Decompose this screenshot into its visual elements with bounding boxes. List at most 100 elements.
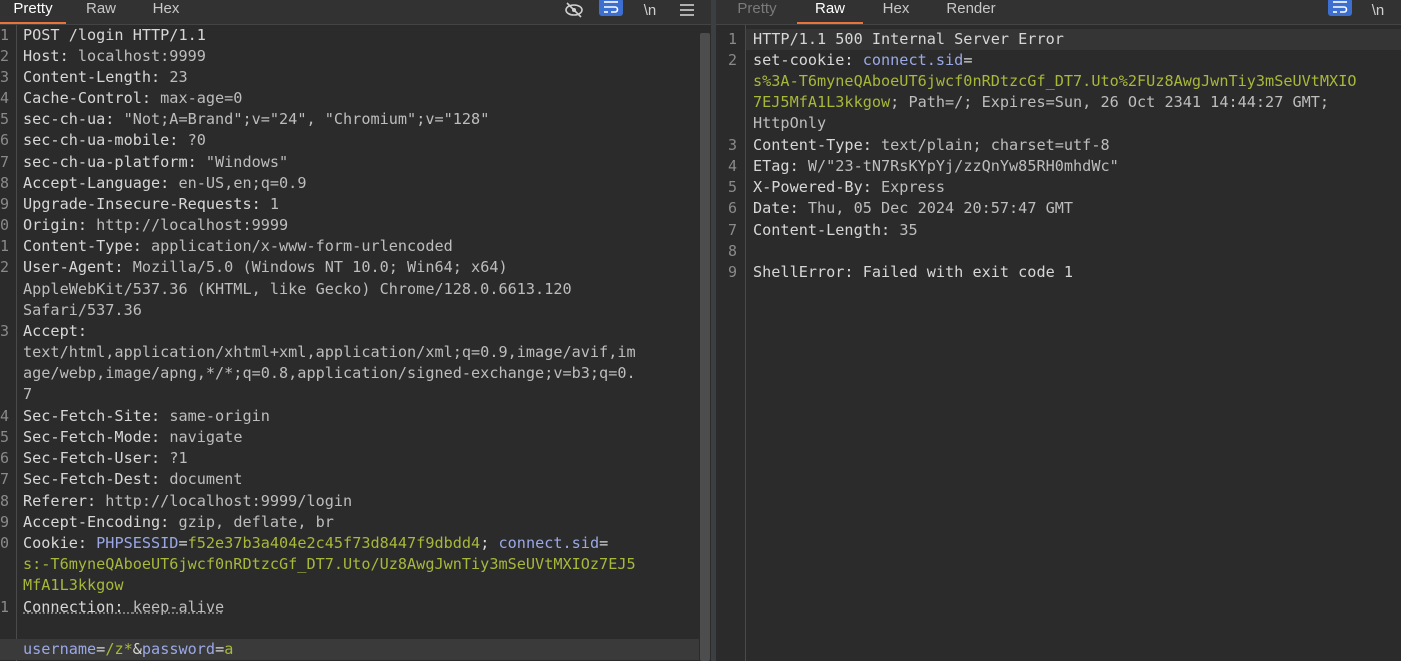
header-value-wrap: Safari/537.36 [23,301,142,319]
header-name: Upgrade-Insecure-Requests: [23,195,270,213]
request-line: POST /login HTTP/1.1 [23,26,206,44]
header-name: Content-Type: [23,237,152,255]
param-value: /z* [105,640,133,658]
tab-raw[interactable]: Raw [797,0,863,24]
header-name: sec-ch-ua-mobile: [23,131,188,149]
header-name: Content-Type: [753,136,882,154]
header-value: http://localhost:9999/login [105,492,353,510]
header-value-wrap: text/html,application/xhtml+xml,applicat… [23,343,636,361]
tab-pretty[interactable]: Pretty [724,0,790,24]
header-name: Accept-Encoding: [23,513,179,531]
param-separator: & [132,640,142,658]
response-viewer-pane: Pretty Raw Hex Render \n 1 2 3 4 5 6 7 8… [716,0,1401,661]
header-name: Date: [753,199,808,217]
header-value: document [169,470,243,488]
response-body-text: ShellError: Failed with exit code 1 [753,263,1074,281]
header-value: Express [881,178,946,196]
status-line: HTTP/1.1 500 Internal Server Error [753,30,1064,48]
tab-pretty[interactable]: Pretty [0,0,66,24]
header-value-wrap: AppleWebKit/537.36 (KHTML, like Gecko) C… [23,280,572,298]
cookie-equals: = [599,534,609,552]
newline-toggle-icon[interactable]: \n [1366,0,1390,20]
header-name: Referer: [23,492,106,510]
header-name: User-Agent: [23,258,133,276]
wrap-lines-icon[interactable] [1328,0,1352,16]
header-name: ETag: [753,157,808,175]
body-line[interactable]: username=/z*&password=a [0,639,699,660]
header-value: gzip, deflate, br [178,513,334,531]
cookie-attributes: HttpOnly [753,114,827,132]
header-value: en-US,en;q=0.9 [178,174,307,192]
header-name: Content-Length: [753,221,900,239]
response-toolbar: Pretty Raw Hex Render \n [716,0,1401,25]
header-value: ?1 [169,449,188,467]
tab-raw[interactable]: Raw [84,0,118,24]
header-value: application/x-www-form-urlencoded [151,237,453,255]
header-value: http://localhost:9999 [96,216,289,234]
header-name: Accept-Language: [23,174,179,192]
tab-hex[interactable]: Hex [150,0,182,24]
header-name: Host: [23,47,78,65]
param-name: password [141,640,216,658]
cookie-value: MfA1L3kkgow [23,576,124,594]
header-name: Accept: [23,322,88,340]
cookie-value: f52e37b3a404e2c45f73d8447f9dbdd4 [187,534,481,552]
param-name: username [23,640,97,658]
header-name: Sec-Fetch-Mode: [23,428,170,446]
header-value: localhost:9999 [77,47,206,65]
header-name: Sec-Fetch-User: [23,449,170,467]
cookie-separator: ; [480,534,499,552]
cookie-value: 7EJ5MfA1L3kkgow [753,93,891,111]
header-value: keep-alive [132,598,225,616]
header-value: max-age=0 [160,89,243,107]
header-value: ?0 [187,131,206,149]
header-name: Sec-Fetch-Dest: [23,470,170,488]
request-scrollbar[interactable] [700,33,710,661]
header-name: set-cookie: [753,51,863,69]
header-name: sec-ch-ua-platform: [23,153,206,171]
header-value: text/plain; charset=utf-8 [881,136,1110,154]
header-value: 23 [169,68,188,86]
cookie-equals: = [963,51,973,69]
line-number: 8 [728,242,738,260]
header-name: Connection: [23,598,133,616]
line-number: 1 [728,30,738,48]
header-name: Cookie: [23,534,97,552]
param-value: a [224,640,234,658]
cookie-name: connect.sid [862,51,964,69]
header-value: W/"23-tN7RsKYpYj/zzQnYw85RH0mhdWc" [807,157,1119,175]
cookie-equals: = [178,534,188,552]
header-name: Sec-Fetch-Site: [23,407,170,425]
param-equals: = [96,640,106,658]
cookie-value: s%3A-T6myneQAboeUT6jwcf0nRDtzcGf_DT7.Uto… [753,72,1357,90]
header-name: Content-Length: [23,68,170,86]
wrap-lines-icon[interactable] [599,0,623,16]
request-toolbar: Pretty Raw Hex \n [0,0,711,25]
header-value: "Not;A=Brand";v="24", "Chromium";v="128" [123,110,490,128]
cookie-attributes: ; Path=/; Expires=Sun, 26 Oct 2341 14:44… [890,93,1330,111]
status-line-row: HTTP/1.1 500 Internal Server Error [746,29,1401,50]
header-name: X-Powered-By: [753,178,882,196]
cookie-value: s:-T6myneQAboeUT6jwcf0nRDtzcGf_DT7.Uto/U… [23,555,636,573]
cookie-name: connect.sid [498,534,600,552]
header-name: Cache-Control: [23,89,161,107]
header-name: sec-ch-ua: [23,110,124,128]
param-equals: = [215,640,225,658]
header-value: Mozilla/5.0 (Windows NT 10.0; Win64; x64… [132,258,508,276]
header-value: 1 [269,195,280,213]
tab-render[interactable]: Render [944,0,998,24]
newline-toggle-icon[interactable]: \n [638,0,662,20]
header-value: Thu, 05 Dec 2024 20:57:47 GMT [807,199,1074,217]
request-editor-pane: Pretty Raw Hex \n 1 2 3 4 5 6 7 8 9 0 1 … [0,0,711,661]
header-value-wrap: 7 [23,385,33,403]
header-value: navigate [169,428,243,446]
hide-nonprintable-icon[interactable] [562,0,586,20]
cookie-name: PHPSESSID [96,534,179,552]
header-value: same-origin [169,407,270,425]
tab-hex[interactable]: Hex [880,0,912,24]
header-value: 35 [899,221,918,239]
header-value: "Windows" [205,153,289,171]
header-value-wrap: age/webp,image/apng,*/*;q=0.8,applicatio… [23,364,636,382]
menu-icon[interactable] [675,0,699,20]
header-name: Origin: [23,216,97,234]
